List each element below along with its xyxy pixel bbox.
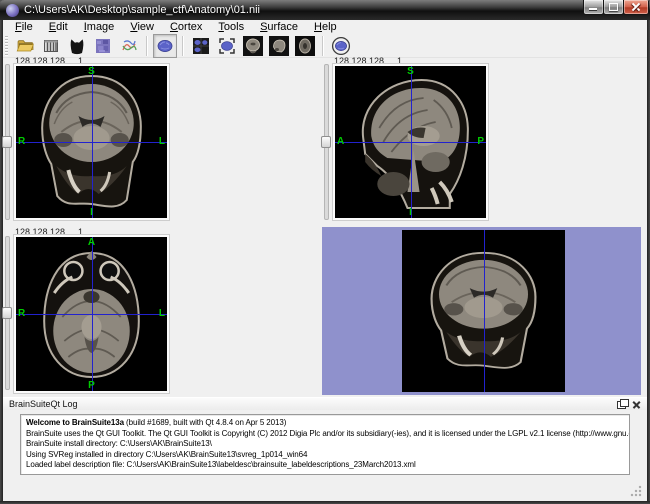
- log-dock-title: BrainSuiteQt Log: [9, 399, 78, 409]
- menu-help[interactable]: Help: [307, 20, 344, 34]
- label-volume-icon: [93, 36, 113, 56]
- mask-cat-icon: [67, 36, 87, 56]
- log-line-svreg: Using SVReg installed in directory C:\Us…: [26, 450, 624, 461]
- surface-view-panel[interactable]: [322, 227, 641, 395]
- toolbar-grip[interactable]: [5, 36, 8, 56]
- menu-view[interactable]: View: [123, 20, 161, 34]
- ortho-views-button[interactable]: [189, 34, 213, 58]
- log-dock-titlebar[interactable]: BrainSuiteQt Log: [3, 397, 647, 410]
- slider-thumb[interactable]: [321, 136, 331, 148]
- menu-cortex[interactable]: Cortex: [163, 20, 209, 34]
- axial-view-panel: A R L P: [13, 234, 170, 394]
- toolbar-separator: [146, 36, 148, 56]
- crosshair-vertical: [92, 237, 93, 391]
- minimize-button[interactable]: [583, 0, 604, 15]
- minimize-icon: [589, 8, 597, 10]
- orientation-inferior: I: [90, 207, 93, 218]
- crosshair-vertical: [92, 66, 93, 218]
- slider-thumb[interactable]: [2, 136, 12, 148]
- toolbar-separator: [322, 36, 324, 56]
- coronal-view-panel: S R L I: [13, 63, 170, 221]
- orientation-posterior: P: [477, 136, 484, 147]
- open-file-button[interactable]: [13, 34, 37, 58]
- orientation-left: L: [159, 136, 165, 147]
- log-dock-body: Welcome to BrainSuite13a (build #1689, b…: [3, 410, 647, 480]
- status-bar: [3, 480, 647, 501]
- zoom-to-fit-button[interactable]: [215, 34, 239, 58]
- log-line-qt-license: BrainSuite uses the Qt GUI Toolkit. The …: [26, 429, 624, 440]
- orientation-right: R: [18, 308, 25, 319]
- curve-tool-button[interactable]: [117, 34, 141, 58]
- log-line-install-dir: BrainSuite install directory: C:\Users\A…: [26, 439, 624, 450]
- menu-edit[interactable]: Edit: [42, 20, 75, 34]
- sagittal-slice-icon: [269, 36, 289, 56]
- toolbar-separator: [182, 36, 184, 56]
- orientation-right: R: [18, 136, 25, 147]
- orientation-inferior: I: [409, 207, 412, 218]
- maximize-button[interactable]: [603, 0, 624, 15]
- log-close-button[interactable]: [631, 399, 642, 410]
- menu-image[interactable]: Image: [77, 20, 122, 34]
- app-icon[interactable]: [6, 4, 19, 17]
- orientation-anterior: A: [88, 237, 95, 248]
- brainsuite-window: C:\Users\AK\Desktop\sample_ctf\Anatomy\0…: [0, 0, 650, 504]
- orientation-anterior: A: [337, 136, 344, 147]
- log-line-labeldesc: Loaded label description file: C:\Users\…: [26, 460, 624, 471]
- toolbar: [3, 34, 647, 58]
- sagittal-image[interactable]: S A P I: [335, 66, 486, 218]
- crosshair-vertical: [411, 66, 412, 218]
- display-toolbox-icon: [41, 36, 61, 56]
- mask-tool-button[interactable]: [65, 34, 89, 58]
- sagittal-slice-slider[interactable]: [321, 64, 331, 220]
- sagittal-view-panel: S A P I: [332, 63, 489, 221]
- sagittal-view-button[interactable]: [267, 34, 291, 58]
- brain-surface-icon: [155, 36, 175, 56]
- coronal-slice-slider[interactable]: [2, 64, 12, 220]
- menu-surface[interactable]: Surface: [253, 20, 305, 34]
- orientation-superior: S: [407, 66, 414, 77]
- orientation-left: L: [159, 308, 165, 319]
- surface-view-button[interactable]: [153, 34, 177, 58]
- coronal-slice-icon: [243, 36, 263, 56]
- slider-thumb[interactable]: [2, 307, 12, 319]
- coronal-view-button[interactable]: [241, 34, 265, 58]
- float-icon: [617, 401, 626, 409]
- menu-bar: File Edit Image View Cortex Tools Surfac…: [3, 20, 647, 34]
- menu-tools[interactable]: Tools: [211, 20, 251, 34]
- axial-slice-slider[interactable]: [2, 236, 12, 390]
- label-overlay-button[interactable]: [91, 34, 115, 58]
- curves-icon: [119, 36, 139, 56]
- display-toolbox-button[interactable]: [39, 34, 63, 58]
- axial-image[interactable]: A R L P: [16, 237, 167, 391]
- title-bar[interactable]: C:\Users\AK\Desktop\sample_ctf\Anatomy\0…: [0, 0, 650, 20]
- orientation-superior: S: [88, 66, 95, 77]
- window-title: C:\Users\AK\Desktop\sample_ctf\Anatomy\0…: [24, 4, 260, 16]
- open-folder-icon: [15, 36, 35, 56]
- coronal-image[interactable]: S R L I: [16, 66, 167, 218]
- menu-file[interactable]: File: [8, 20, 40, 34]
- surface-only-view-button[interactable]: [329, 34, 353, 58]
- close-icon: [632, 400, 641, 409]
- multiview-icon: [191, 36, 211, 56]
- log-float-button[interactable]: [616, 399, 627, 410]
- log-text-area[interactable]: Welcome to BrainSuite13a (build #1689, b…: [20, 414, 630, 475]
- close-button[interactable]: [623, 0, 649, 15]
- surface-slice-image[interactable]: [402, 230, 565, 392]
- orientation-posterior: P: [88, 380, 95, 391]
- log-line-welcome: Welcome to BrainSuite13a (build #1689, b…: [26, 418, 624, 429]
- circled-brain-icon: [331, 36, 351, 56]
- axial-slice-icon: [295, 36, 315, 56]
- surface-crosshair-vertical: [484, 230, 485, 392]
- axial-view-button[interactable]: [293, 34, 317, 58]
- maximize-icon: [609, 3, 618, 11]
- fit-brackets-icon: [217, 36, 237, 56]
- resize-grip[interactable]: [630, 485, 642, 497]
